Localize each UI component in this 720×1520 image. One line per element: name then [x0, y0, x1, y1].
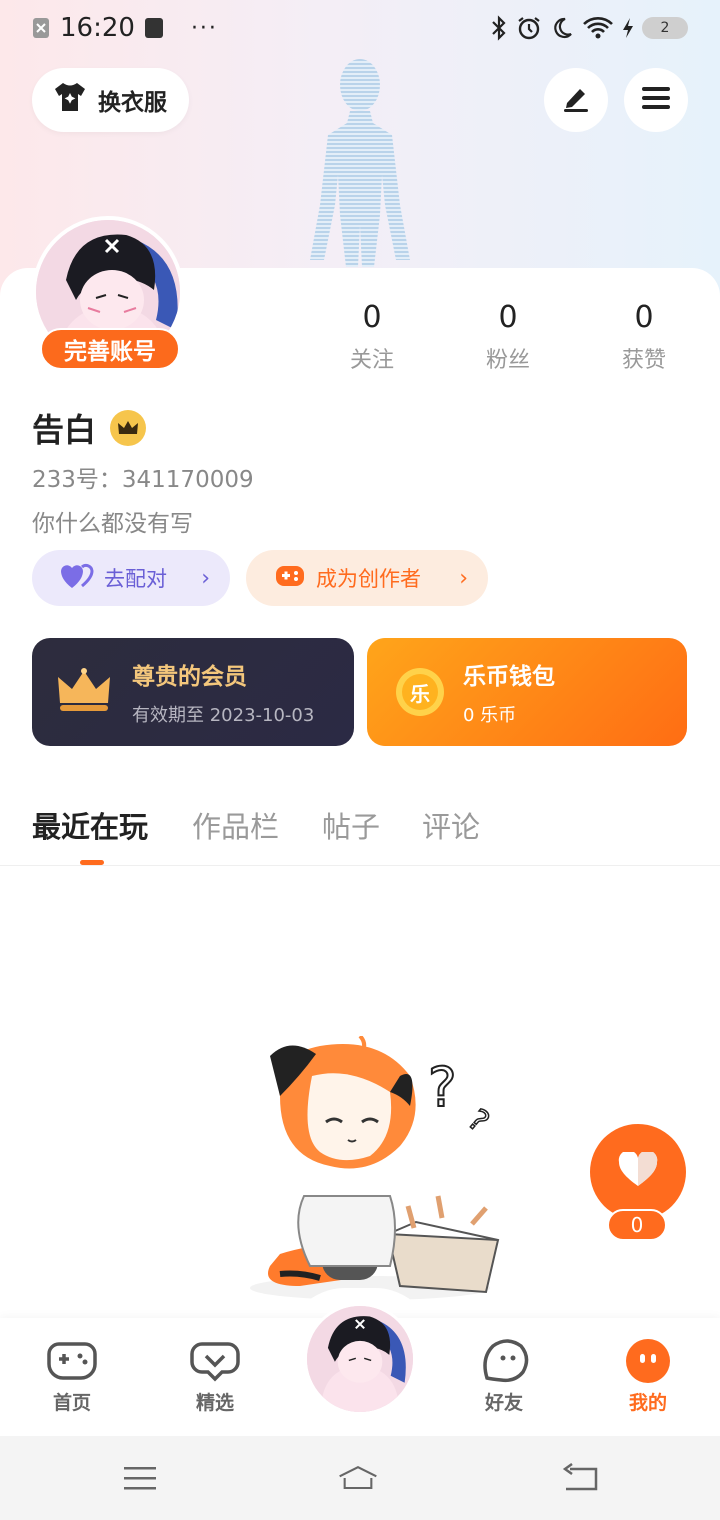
nav-home[interactable]: 首页 — [12, 1318, 132, 1436]
heart-icon — [618, 1150, 658, 1192]
system-navigation-bar — [0, 1436, 720, 1520]
like-button[interactable] — [590, 1124, 686, 1220]
tab-works[interactable]: 作品栏 — [192, 804, 279, 846]
coin-wallet-card[interactable]: 乐 乐币钱包 0 乐币 — [367, 638, 687, 746]
wallet-title: 乐币钱包 — [463, 664, 555, 690]
charging-icon — [622, 17, 634, 39]
stat-following[interactable]: 0 关注 — [304, 300, 440, 380]
vip-title: 尊贵的会员 — [132, 664, 247, 690]
pencil-icon — [560, 83, 592, 117]
notification-icon — [144, 18, 163, 38]
stat-likes-value: 0 — [634, 300, 654, 335]
system-back-button[interactable] — [560, 1458, 600, 1498]
tab-active-indicator — [80, 860, 104, 865]
like-count: 0 — [607, 1209, 667, 1241]
go-match-button[interactable]: 去配对 › — [32, 550, 230, 606]
nav-friends[interactable]: 好友 — [444, 1318, 564, 1436]
heart-chat-icon — [189, 1338, 241, 1384]
gamepad-icon — [46, 1338, 98, 1384]
sim-off-icon — [32, 17, 50, 39]
stat-fans-value: 0 — [498, 300, 518, 335]
hamburger-menu-icon — [640, 84, 672, 116]
chevron-right-icon: › — [459, 565, 468, 591]
crown-icon — [56, 665, 112, 719]
svg-text:?: ? — [461, 1103, 496, 1140]
nav-featured-label: 精选 — [195, 1392, 234, 1414]
coin-icon: 乐 — [395, 667, 445, 717]
crown-badge-icon[interactable] — [110, 410, 147, 446]
status-more: ··· — [190, 15, 218, 41]
tab-recently-played[interactable]: 最近在玩 — [32, 804, 148, 846]
do-not-disturb-icon — [550, 16, 574, 40]
nav-home-label: 首页 — [52, 1392, 91, 1414]
user-bio: 你什么都没有写 — [32, 511, 193, 537]
become-creator-button[interactable]: 成为创作者 › — [246, 550, 488, 606]
go-match-label: 去配对 — [104, 567, 167, 591]
username-row: 告白 — [32, 406, 147, 450]
user-id: 233号：341170009 — [32, 467, 254, 493]
stat-likes-label: 获赞 — [621, 348, 666, 373]
vip-membership-card[interactable]: 尊贵的会员 有效期至 2023-10-03 — [32, 638, 354, 746]
stat-fans-label: 粉丝 — [485, 348, 530, 373]
nav-friends-label: 好友 — [484, 1392, 523, 1414]
double-heart-icon — [60, 562, 94, 595]
complete-account-button[interactable]: 完善账号 — [40, 328, 180, 370]
wallet-balance: 0 乐币 — [463, 705, 517, 726]
change-outfit-button[interactable]: 换衣服 — [32, 68, 189, 132]
tab-posts[interactable]: 帖子 — [322, 804, 380, 846]
wifi-icon — [582, 16, 614, 40]
system-home-button[interactable] — [338, 1458, 378, 1498]
username: 告白 — [32, 411, 97, 449]
stat-likes[interactable]: 0 获赞 — [576, 300, 712, 380]
nav-me-label: 我的 — [628, 1392, 667, 1414]
become-creator-label: 成为创作者 — [316, 567, 421, 591]
stat-following-label: 关注 — [349, 348, 394, 373]
system-menu-button[interactable] — [120, 1458, 160, 1498]
friend-face-icon — [478, 1338, 530, 1384]
profile-avatar-block[interactable]: 完善账号 — [32, 216, 188, 372]
stat-following-value: 0 — [362, 300, 382, 335]
profile-tabs: 最近在玩 作品栏 帖子 评论 — [0, 788, 720, 866]
empty-state-illustration: ? ? — [240, 1034, 508, 1306]
nav-featured[interactable]: 精选 — [155, 1318, 275, 1436]
profile-stats: 0 关注 0 粉丝 0 获赞 — [304, 300, 712, 380]
status-bar: 16:20 ··· 2 — [0, 0, 720, 56]
svg-text:?: ? — [428, 1056, 457, 1119]
edit-profile-button[interactable] — [544, 68, 608, 132]
battery-indicator: 2 — [642, 17, 688, 39]
gamepad-icon — [274, 562, 306, 595]
tab-comments[interactable]: 评论 — [422, 804, 480, 846]
chevron-right-icon: › — [201, 565, 210, 591]
stat-fans[interactable]: 0 粉丝 — [440, 300, 576, 380]
alarm-icon — [516, 15, 542, 41]
tshirt-icon — [52, 81, 88, 119]
nav-me[interactable]: 我的 — [588, 1318, 708, 1436]
me-face-icon — [622, 1338, 674, 1384]
profile-screen: 16:20 ··· 2 换衣服 完善账号 0 关注 0 粉丝 0 获赞 告白 2… — [0, 0, 720, 1520]
coin-glyph: 乐 — [410, 681, 430, 706]
menu-button[interactable] — [624, 68, 688, 132]
nav-center-avatar[interactable] — [304, 1303, 416, 1415]
status-time: 16:20 — [60, 13, 135, 43]
change-outfit-label: 换衣服 — [98, 90, 167, 116]
vip-expiry: 有效期至 2023-10-03 — [132, 705, 315, 726]
bluetooth-icon — [490, 15, 508, 41]
